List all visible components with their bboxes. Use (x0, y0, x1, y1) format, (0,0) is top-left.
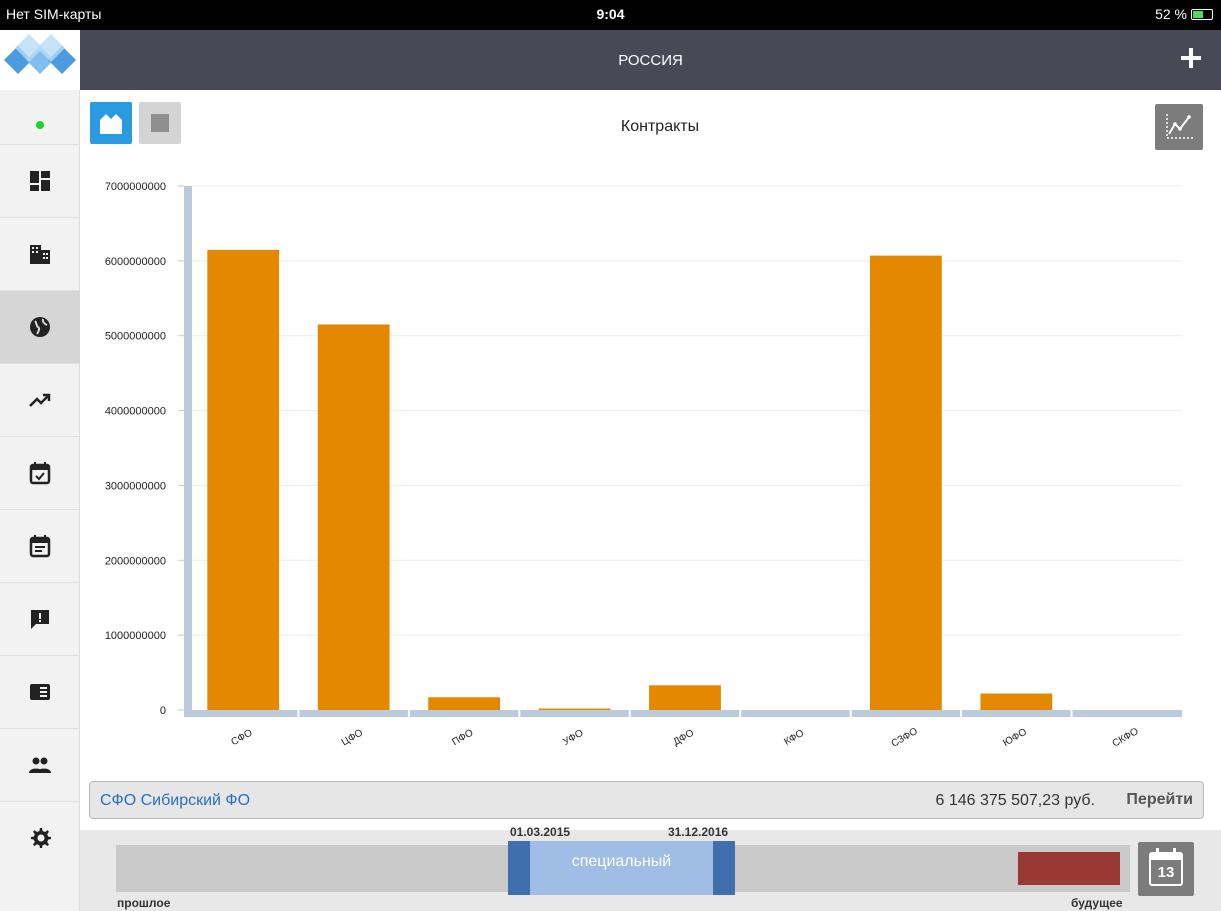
battery-status: 52 % (1155, 6, 1213, 22)
battery-icon (1191, 8, 1213, 20)
x-tick-label: КФО (782, 728, 806, 748)
timeline-range[interactable]: специальный (508, 841, 735, 895)
bar-1 (317, 324, 390, 710)
page-title: РОССИЯ (618, 52, 683, 69)
sidebar-item-organizations[interactable] (0, 217, 80, 290)
x-axis (184, 710, 1182, 717)
battery-label: 52 % (1155, 6, 1187, 22)
sidebar-item-dashboard[interactable] (0, 144, 80, 217)
globe-icon (30, 317, 50, 337)
sidebar-item-regions[interactable] (0, 290, 80, 363)
y-tick-label: 0 (160, 705, 166, 717)
x-tick-label: ЮФО (1001, 727, 1029, 749)
x-axis-separator (297, 710, 300, 717)
plus-icon (1181, 48, 1201, 68)
bar-2 (428, 697, 501, 710)
add-button[interactable] (1175, 40, 1207, 76)
y-tick-label: 7000000000 (105, 181, 166, 193)
square-icon (151, 114, 169, 132)
future-period-block (1018, 852, 1120, 885)
x-axis-separator (739, 710, 742, 717)
y-tick-label: 2000000000 (105, 555, 166, 567)
trending-up-icon (29, 393, 51, 407)
bar-7 (980, 693, 1053, 710)
online-indicator (36, 121, 44, 129)
bar-4 (649, 685, 721, 710)
sidebar-item-alerts[interactable] (0, 582, 80, 655)
range-end-handle[interactable] (713, 841, 735, 895)
line-chart-icon (1166, 114, 1193, 139)
y-tick-label: 5000000000 (105, 331, 166, 343)
bar-0 (207, 249, 280, 710)
status-bar: Нет SIM-карты 9:04 52 % (0, 0, 1221, 30)
x-axis-separator (407, 710, 410, 717)
calendar-note-icon (29, 535, 51, 558)
x-tick-label: СЗФО (890, 726, 920, 750)
sidebar-item-reports[interactable] (0, 655, 80, 728)
selection-info-bar: СФО Сибирский ФО 6 146 375 507,23 руб. П… (89, 781, 1204, 819)
selected-region-amount: 6 146 375 507,23 руб. (935, 792, 1095, 809)
alert-message-icon (31, 610, 49, 629)
y-axis (184, 186, 192, 716)
area-chart-icon (100, 114, 122, 134)
chart-type-button[interactable] (1155, 104, 1203, 150)
x-tick-label: ЦФО (340, 727, 365, 748)
y-tick-label: 1000000000 (105, 630, 166, 642)
x-tick-label: ПФО (450, 727, 475, 748)
building-icon (30, 245, 50, 264)
chart-title: Контракты (620, 118, 700, 135)
y-tick-label: 3000000000 (105, 480, 166, 492)
x-axis-separator (518, 710, 521, 717)
y-tick-label: 6000000000 (105, 256, 166, 268)
area-chart-toggle[interactable] (90, 102, 132, 144)
x-axis-separator (849, 710, 852, 717)
dashboard-icon (30, 171, 50, 191)
contracts-bar-chart: 0 1000000000 2000000000 3000000000 400000000… (105, 181, 1182, 750)
gear-icon (31, 828, 51, 848)
bar-chart-toggle[interactable] (139, 102, 181, 144)
sidebar-item-events[interactable] (0, 509, 80, 582)
people-icon (29, 757, 51, 773)
sidebar-item-settings[interactable] (0, 801, 80, 874)
calendar-check-icon (29, 462, 51, 485)
range-start-handle[interactable] (508, 841, 530, 895)
app-header: РОССИЯ (80, 30, 1221, 90)
app-logo[interactable] (0, 30, 80, 90)
x-tick-label: ДФО (672, 727, 697, 748)
calendar-day: 13 (1157, 864, 1175, 881)
bar-3 (538, 708, 611, 710)
future-label: будущее (1071, 896, 1123, 910)
go-button[interactable]: Перейти (1126, 791, 1193, 809)
selected-region-name: СФО Сибирский ФО (100, 792, 251, 809)
bar-6 (869, 255, 942, 711)
sidebar (0, 30, 80, 911)
book-icon (30, 684, 50, 700)
x-axis-separator (628, 710, 631, 717)
x-axis-separator (960, 710, 963, 717)
x-axis-separator (1070, 710, 1073, 717)
sidebar-item-users[interactable] (0, 728, 80, 801)
range-end-date: 31.12.2016 (668, 825, 729, 839)
x-tick-label: СФО (229, 727, 254, 748)
range-start-date: 01.03.2015 (510, 825, 571, 839)
x-tick-label: УФО (561, 728, 585, 748)
x-tick-label: СКФО (1111, 726, 1141, 750)
past-label: прошлое (117, 896, 171, 910)
range-label: специальный (571, 853, 672, 870)
sidebar-item-analytics[interactable] (0, 363, 80, 436)
calendar-button[interactable]: 13 (1138, 842, 1194, 896)
y-tick-label: 4000000000 (105, 406, 166, 418)
sidebar-item-tasks[interactable] (0, 436, 80, 509)
clock: 9:04 (596, 6, 625, 22)
